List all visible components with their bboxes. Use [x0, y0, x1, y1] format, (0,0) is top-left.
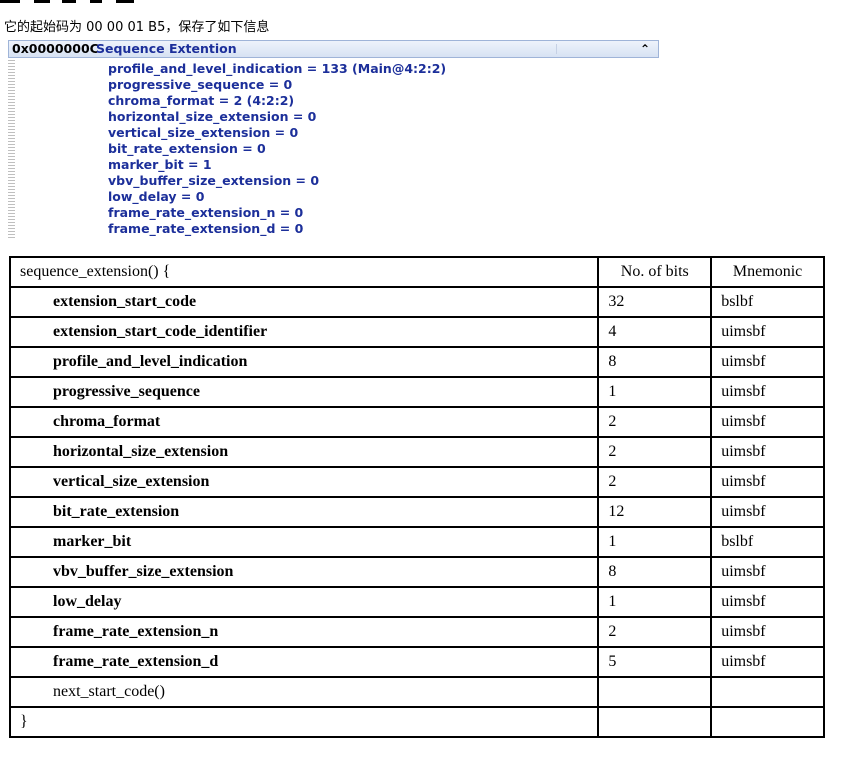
parsed-field: vbv_buffer_size_extension = 0 — [108, 173, 320, 188]
syntax-field-bits: 2 — [597, 406, 713, 438]
syntax-field-bits: 8 — [597, 556, 713, 588]
parsed-field: vertical_size_extension = 0 — [108, 125, 299, 140]
syntax-table: sequence_extension() { No. of bits Mnemo… — [8, 256, 825, 738]
parsed-field: horizontal_size_extension = 0 — [108, 109, 317, 124]
next-start-code-row: next_start_code() — [8, 676, 825, 708]
empty-cell — [710, 676, 825, 708]
syntax-field-bits: 1 — [597, 586, 713, 618]
empty-cell — [597, 676, 713, 708]
table-row: vertical_size_extension 2 uimsbf — [8, 466, 825, 498]
parsed-field: frame_rate_extension_d = 0 — [108, 221, 304, 236]
panel-gutter — [8, 60, 15, 238]
header-bits: No. of bits — [597, 256, 713, 288]
syntax-field-bits: 8 — [597, 346, 713, 378]
closing-brace-row: } — [8, 706, 825, 738]
parsed-field: progressive_sequence = 0 — [108, 77, 293, 92]
syntax-field-name: low_delay — [8, 586, 600, 618]
closing-brace: } — [8, 706, 600, 738]
parser-panel-body: profile_and_level_indication = 133 (Main… — [8, 58, 659, 240]
table-row: frame_rate_extension_d 5 uimsbf — [8, 646, 825, 678]
syntax-field-bits: 5 — [597, 646, 713, 678]
syntax-field-mnemonic: uimsbf — [710, 466, 825, 498]
syntax-field-mnemonic: bslbf — [710, 286, 825, 318]
syntax-field-mnemonic: uimsbf — [710, 556, 825, 588]
syntax-field-bits: 32 — [597, 286, 713, 318]
syntax-field-mnemonic: uimsbf — [710, 406, 825, 438]
syntax-field-name: extension_start_code_identifier — [8, 316, 600, 348]
table-row: extension_start_code_identifier 4 uimsbf — [8, 316, 825, 348]
table-row: horizontal_size_extension 2 uimsbf — [8, 436, 825, 468]
empty-cell — [710, 706, 825, 738]
next-start-code: next_start_code() — [8, 676, 600, 708]
syntax-field-bits: 12 — [597, 496, 713, 528]
intro-text: 它的起始码为 00 00 01 B5，保存了如下信息 — [4, 20, 270, 35]
table-row: vbv_buffer_size_extension 8 uimsbf — [8, 556, 825, 588]
header-mnemonic: Mnemonic — [710, 256, 825, 288]
table-row: bit_rate_extension 12 uimsbf — [8, 496, 825, 528]
syntax-field-bits: 2 — [597, 616, 713, 648]
syntax-field-mnemonic: uimsbf — [710, 436, 825, 468]
syntax-field-bits: 2 — [597, 436, 713, 468]
cropped-heading — [0, 0, 150, 6]
syntax-field-name: progressive_sequence — [8, 376, 600, 408]
syntax-field-name: vbv_buffer_size_extension — [8, 556, 600, 588]
parsed-field: bit_rate_extension = 0 — [108, 141, 266, 156]
syntax-field-mnemonic: uimsbf — [710, 496, 825, 528]
double-chevron-up-icon[interactable]: ⌃︎ — [638, 42, 652, 56]
table-row: chroma_format 2 uimsbf — [8, 406, 825, 438]
syntax-field-bits: 1 — [597, 376, 713, 408]
empty-cell — [597, 706, 713, 738]
syntax-field-name: horizontal_size_extension — [8, 436, 600, 468]
syntax-field-mnemonic: uimsbf — [710, 646, 825, 678]
panel-offset: 0x0000000C — [12, 41, 99, 56]
syntax-field-mnemonic: uimsbf — [710, 376, 825, 408]
table-row: marker_bit 1 bslbf — [8, 526, 825, 558]
table-row: low_delay 1 uimsbf — [8, 586, 825, 618]
syntax-field-bits: 2 — [597, 466, 713, 498]
parser-panel-header[interactable]: 0x0000000C Sequence Extention ⌃︎ — [8, 40, 659, 58]
parsed-field-list: profile_and_level_indication = 133 (Main… — [108, 61, 446, 237]
syntax-field-name: extension_start_code — [8, 286, 600, 318]
syntax-field-bits: 4 — [597, 316, 713, 348]
syntax-field-mnemonic: bslbf — [710, 526, 825, 558]
table-header-row: sequence_extension() { No. of bits Mnemo… — [8, 256, 825, 288]
parsed-field: frame_rate_extension_n = 0 — [108, 205, 304, 220]
syntax-field-mnemonic: uimsbf — [710, 616, 825, 648]
table-row: profile_and_level_indication 8 uimsbf — [8, 346, 825, 378]
syntax-field-name: bit_rate_extension — [8, 496, 600, 528]
panel-title: Sequence Extention — [96, 41, 237, 56]
syntax-field-mnemonic: uimsbf — [710, 586, 825, 618]
syntax-field-name: frame_rate_extension_n — [8, 616, 600, 648]
syntax-field-name: profile_and_level_indication — [8, 346, 600, 378]
parsed-field: low_delay = 0 — [108, 189, 205, 204]
table-row: frame_rate_extension_n 2 uimsbf — [8, 616, 825, 648]
table-row: extension_start_code 32 bslbf — [8, 286, 825, 318]
table-row: progressive_sequence 1 uimsbf — [8, 376, 825, 408]
header-divider — [556, 44, 557, 54]
syntax-field-name: frame_rate_extension_d — [8, 646, 600, 678]
syntax-field-name: vertical_size_extension — [8, 466, 600, 498]
syntax-field-name: chroma_format — [8, 406, 600, 438]
parsed-field: marker_bit = 1 — [108, 157, 212, 172]
syntax-field-bits: 1 — [597, 526, 713, 558]
syntax-field-name: marker_bit — [8, 526, 600, 558]
syntax-field-mnemonic: uimsbf — [710, 316, 825, 348]
parsed-field: chroma_format = 2 (4:2:2) — [108, 93, 295, 108]
header-function: sequence_extension() { — [8, 256, 600, 288]
parsed-field: profile_and_level_indication = 133 (Main… — [108, 61, 447, 76]
syntax-field-mnemonic: uimsbf — [710, 346, 825, 378]
